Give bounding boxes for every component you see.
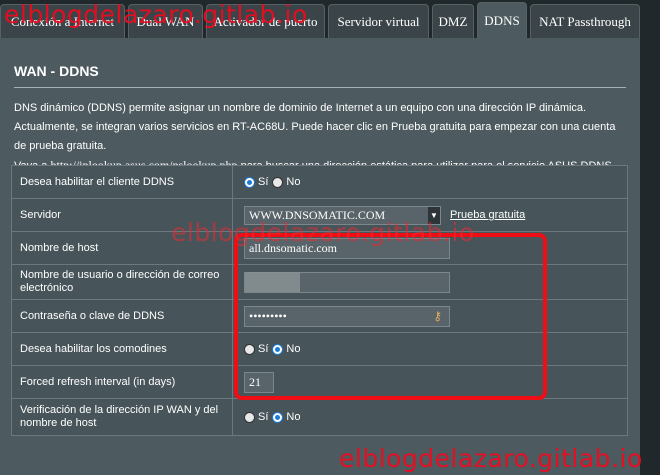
radio-label-no: No xyxy=(286,411,301,423)
key-icon[interactable]: ⚷ xyxy=(433,309,442,324)
verify-label: Verificación de la dirección IP WAN y de… xyxy=(12,399,233,435)
tab-label: Servidor virtual xyxy=(337,13,420,29)
verify-no-radio[interactable] xyxy=(272,411,284,423)
enable-ddns-yes-radio[interactable] xyxy=(244,176,255,188)
password-value: ••••••••• xyxy=(249,308,287,323)
radio-label-no: No xyxy=(286,343,301,355)
username-label: Nombre de usuario o dirección de correo … xyxy=(12,265,233,299)
tab-nat-passthrough[interactable]: NAT Passthrough xyxy=(530,4,640,38)
row-password: Contraseña o clave de DDNS ••••••••• ⚷ xyxy=(12,300,627,333)
row-username: Nombre de usuario o dirección de correo … xyxy=(12,265,627,300)
enable-ddns-no-radio[interactable] xyxy=(272,176,284,188)
tab-label: NAT Passthrough xyxy=(539,13,631,29)
page-title: WAN - DDNS xyxy=(14,63,99,79)
tab-ddns[interactable]: DDNS xyxy=(477,2,527,38)
radio-label-yes: Sí xyxy=(258,411,269,423)
password-input[interactable]: ••••••••• ⚷ xyxy=(244,305,450,327)
refresh-label: Forced refresh interval (in days) xyxy=(12,366,233,398)
description-text: DNS dinámico (DDNS) permite asignar un n… xyxy=(14,102,616,152)
row-verify: Verificación de la dirección IP WAN y de… xyxy=(12,399,627,436)
verify-yes-radio[interactable] xyxy=(244,411,255,423)
enable-ddns-label: Desea habilitar el cliente DDNS xyxy=(12,166,233,198)
watermark-top: elblogdelazaro.gitlab.io xyxy=(4,0,308,29)
radio-label-no: No xyxy=(286,176,301,188)
row-enable-ddns: Desea habilitar el cliente DDNS Sí No xyxy=(12,166,627,199)
radio-label-yes: Sí xyxy=(258,343,269,355)
tab-label: DDNS xyxy=(484,12,520,28)
ddns-form: Desea habilitar el cliente DDNS Sí No Se… xyxy=(11,165,628,436)
username-input[interactable] xyxy=(244,271,450,293)
wildcard-no-radio[interactable] xyxy=(272,343,284,355)
tab-dmz[interactable]: DMZ xyxy=(432,4,474,38)
watermark-bottom: elblogdelazaro.gitlab.io xyxy=(339,444,643,473)
title-divider xyxy=(14,87,626,88)
row-wildcard: Desea habilitar los comodines Sí No xyxy=(12,333,627,366)
redacted-username xyxy=(245,272,300,292)
watermark-middle: elblogdelazaro.gitlab.io xyxy=(171,218,475,247)
row-refresh: Forced refresh interval (in days) 21 xyxy=(12,366,627,399)
password-label: Contraseña o clave de DDNS xyxy=(12,300,233,332)
refresh-interval-input[interactable]: 21 xyxy=(244,371,274,393)
wildcard-label: Desea habilitar los comodines xyxy=(12,333,233,365)
tab-label: DMZ xyxy=(438,13,468,29)
radio-label-yes: Sí xyxy=(258,176,269,188)
wildcard-yes-radio[interactable] xyxy=(244,343,255,355)
tab-virtual-server[interactable]: Servidor virtual xyxy=(328,4,429,38)
